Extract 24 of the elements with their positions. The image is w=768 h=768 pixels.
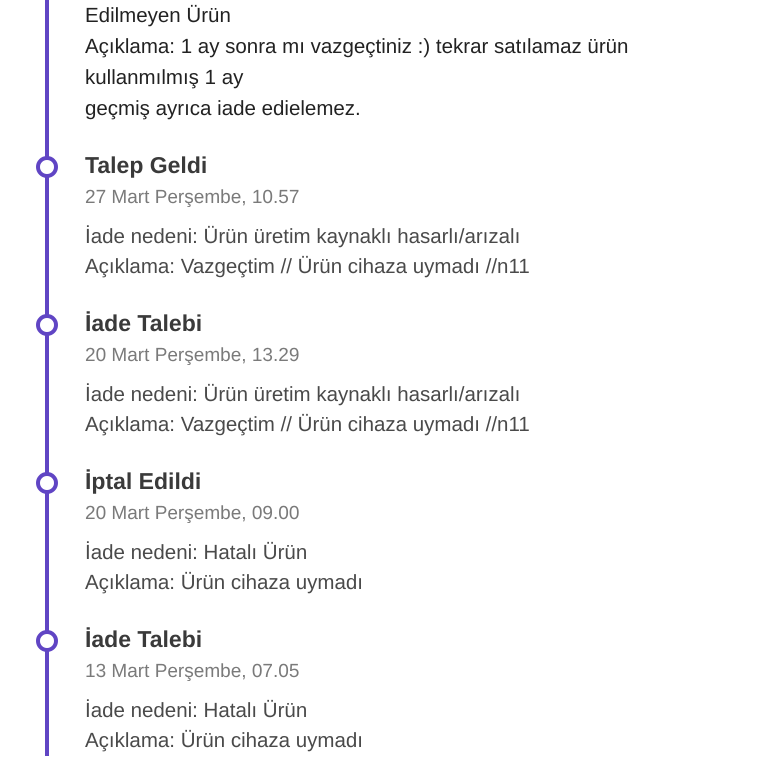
event-title: İade Talebi <box>85 309 204 338</box>
event-description: Açıklama: Vazgeçtim // Ürün cihaza uymadı //n11 <box>85 254 531 280</box>
event-description: İade nedeni: Hatalı Ürün <box>85 698 308 724</box>
event-date: 13 Mart Perşembe, 07.05 <box>85 660 300 684</box>
event-description: Açıklama: Ürün cihaza uymadı <box>85 728 364 754</box>
event-description: geçmiş ayrıca iade edielemez. <box>85 96 362 122</box>
timeline-dot <box>36 314 58 336</box>
event-date: 20 Mart Perşembe, 13.29 <box>85 344 300 368</box>
event-title: Talep Geldi <box>85 151 208 180</box>
event-description: Açıklama: Ürün cihaza uymadı <box>85 570 364 596</box>
event-date: 27 Mart Perşembe, 10.57 <box>85 186 300 210</box>
event-description: İade nedeni: Ürün üretim kaynaklı hasarlı/arızalı <box>85 224 522 250</box>
event-date: 20 Mart Perşembe, 09.00 <box>85 502 300 526</box>
event-description: İade nedeni: Hatalı Ürün <box>85 540 308 566</box>
event-description: Açıklama: 1 ay sonra mı vazgeçtiniz :) tekrar satılamaz ürün <box>85 34 630 60</box>
event-title: İptal Edildi <box>85 467 202 496</box>
event-description: Edilmeyen Ürün <box>85 3 232 29</box>
timeline-dot <box>36 630 58 652</box>
event-description: Açıklama: Vazgeçtim // Ürün cihaza uymadı //n11 <box>85 412 531 438</box>
event-description: İade nedeni: Ürün üretim kaynaklı hasarlı/arızalı <box>85 382 522 408</box>
timeline-dot <box>36 472 58 494</box>
timeline-dot <box>36 156 58 178</box>
event-description: kullanmılmış 1 ay <box>85 65 244 91</box>
event-title: İade Talebi <box>85 625 204 654</box>
